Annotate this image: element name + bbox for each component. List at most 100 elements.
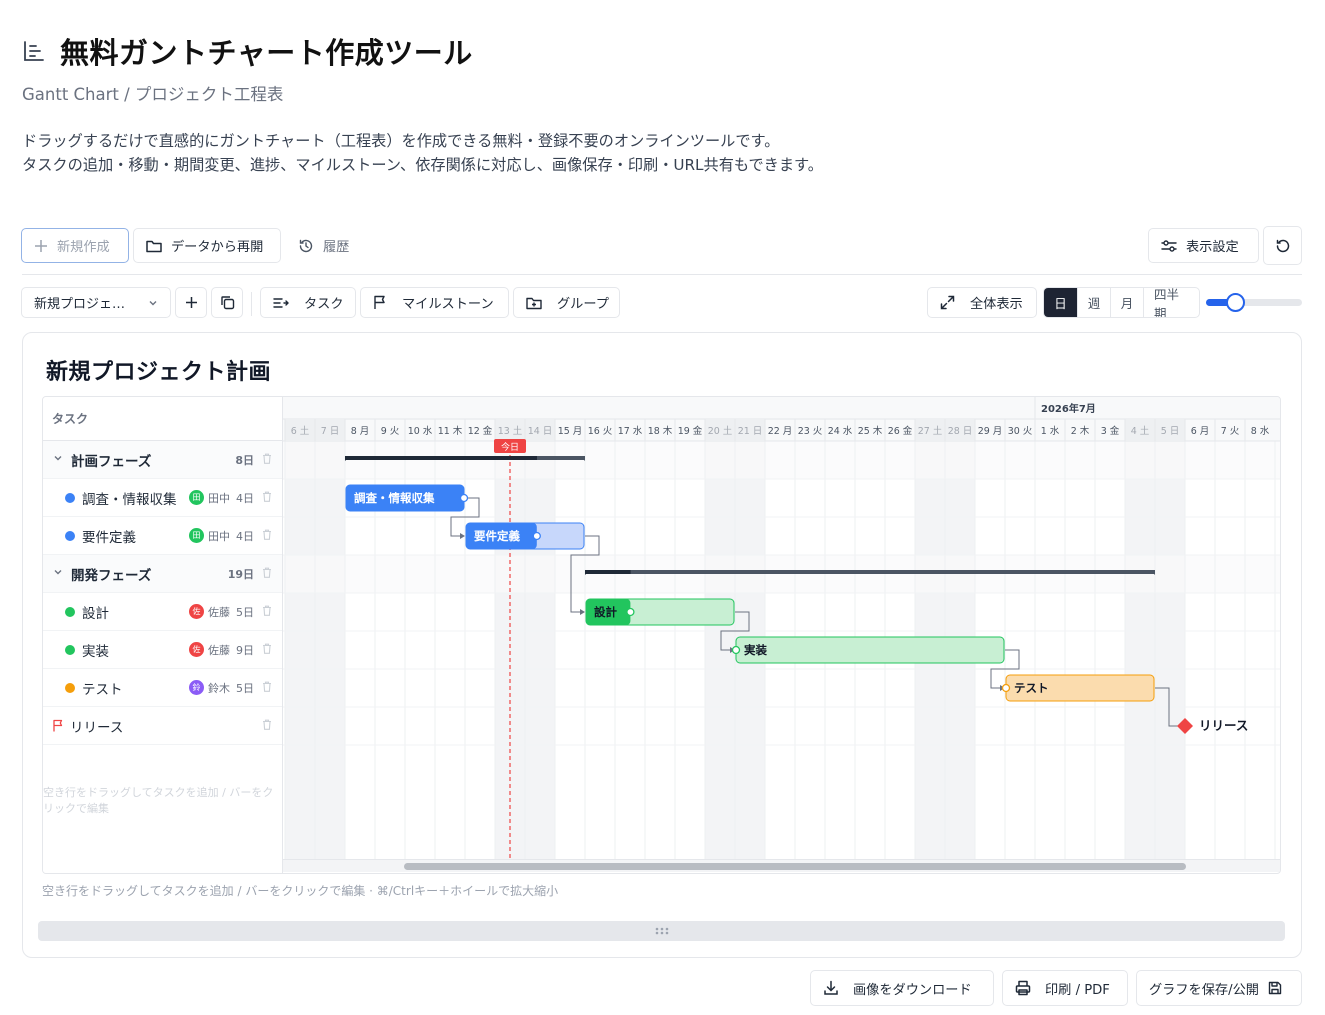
print-pdf-button[interactable]: 印刷 / PDF (1002, 970, 1128, 1006)
task-group-row[interactable]: 開発フェーズ 19日 (43, 555, 282, 593)
task-bar-label: テスト (1014, 681, 1049, 695)
gantt-logo-icon (22, 39, 46, 63)
fit-all-button[interactable]: 全体表示 (927, 287, 1037, 318)
day-label: 4 土 (1131, 425, 1150, 437)
task-bar[interactable] (735, 636, 1005, 664)
trash-icon[interactable] (260, 529, 274, 543)
scrollbar-thumb[interactable] (404, 863, 1186, 870)
chevron-down-icon[interactable] (53, 567, 65, 580)
day-label: 12 金 (468, 425, 493, 437)
scale-month-button[interactable]: 月 (1110, 288, 1143, 317)
task-duration: 9日 (236, 643, 254, 657)
progress-handle[interactable] (626, 607, 635, 617)
scale-quarter-button[interactable]: 四半期 (1143, 288, 1199, 317)
trash-icon[interactable] (260, 491, 274, 505)
task-list: タスク 計画フェーズ 8日 調査・情報収集田田中 4日 要件定義田田中 4日 開発フェーズ 1… (43, 397, 283, 873)
day-label: 21 日 (738, 426, 763, 437)
reset-button[interactable] (1263, 226, 1302, 265)
chevron-down-icon[interactable] (53, 453, 65, 466)
display-settings-button[interactable]: 表示設定 (1148, 228, 1259, 263)
day-label: 17 水 (618, 425, 643, 437)
toolbar-divider (22, 274, 1302, 275)
task-group-row[interactable]: 計画フェーズ 8日 (43, 441, 282, 479)
day-label: 7 火 (1221, 426, 1240, 437)
add-task-label: タスク (304, 297, 344, 312)
trash-icon[interactable] (260, 605, 274, 619)
task-row[interactable]: 設計佐佐藤 5日 (43, 593, 282, 631)
duplicate-project-button[interactable] (211, 287, 243, 318)
history-label: 履歴 (323, 240, 350, 255)
progress-handle[interactable] (532, 531, 541, 541)
milestone-row[interactable]: リリース (43, 707, 282, 745)
group-summary-bar[interactable] (585, 570, 1155, 574)
add-project-button[interactable] (175, 287, 207, 318)
task-row[interactable]: 要件定義田田中 4日 (43, 517, 282, 555)
task-name[interactable]: 設計 (82, 602, 189, 622)
task-name[interactable]: 計画フェーズ (71, 450, 235, 470)
add-milestone-button[interactable]: マイルストーン (360, 287, 509, 318)
chevron-down-icon (148, 298, 158, 308)
flag-icon (52, 719, 64, 732)
project-select-value: 新規プロジェ… (34, 297, 126, 312)
task-row[interactable]: 調査・情報収集田田中 4日 (43, 479, 282, 517)
zoom-slider-handle[interactable] (1226, 293, 1245, 312)
print-label: 印刷 / PDF (1045, 982, 1110, 998)
scale-switcher: 日 週 月 四半期 (1043, 287, 1200, 318)
trash-icon[interactable] (260, 643, 274, 657)
task-name[interactable]: 開発フェーズ (71, 564, 228, 584)
task-name[interactable]: リリース (70, 716, 260, 736)
zoom-slider[interactable] (1206, 293, 1302, 312)
task-name[interactable]: 調査・情報収集 (82, 488, 189, 508)
empty-row-hint[interactable]: 空き行をドラッグしてタスクを追加 / バーをクリックで編集 (43, 785, 283, 817)
task-row[interactable]: 実装佐佐藤 9日 (43, 631, 282, 669)
day-label: 20 土 (708, 425, 733, 437)
trash-icon[interactable] (260, 567, 274, 581)
resume-from-data-button[interactable]: データから再開 (133, 228, 281, 263)
save-publish-button[interactable]: グラフを保存/公開 (1136, 970, 1302, 1006)
assignee-name: 佐藤 (208, 605, 230, 619)
scale-day-button[interactable]: 日 (1044, 288, 1077, 317)
task-color-dot (65, 492, 75, 503)
trash-icon[interactable] (260, 719, 274, 733)
expand-icon (940, 295, 955, 310)
task-color-dot (65, 644, 75, 655)
weekend-column (1125, 419, 1155, 859)
task-name[interactable]: テスト (82, 678, 189, 698)
resize-handle[interactable] (38, 921, 1285, 941)
add-task-button[interactable]: タスク (260, 287, 356, 318)
avatar: 田 (189, 528, 204, 543)
refresh-icon (1275, 238, 1291, 254)
add-milestone-label: マイルストーン (402, 297, 494, 312)
timeline-svg[interactable]: 2026年7月 6 土 7 日 8 月 9 火 10 水 11 木 12 金 13 土 14 日 1… (283, 397, 1281, 859)
dependency-handle[interactable] (1001, 683, 1011, 693)
new-project-button[interactable]: 新規作成 (21, 228, 129, 263)
progress-handle[interactable] (459, 493, 469, 503)
page-title: 無料ガントチャート作成ツール (60, 36, 473, 70)
trash-icon[interactable] (260, 453, 274, 467)
task-color-dot (65, 530, 75, 541)
assignee-name: 鈴木 (208, 681, 230, 695)
project-title[interactable]: 新規プロジェクト計画 (46, 354, 271, 386)
project-select[interactable]: 新規プロジェ… (21, 287, 171, 318)
toolbar-separator (251, 292, 252, 316)
task-bar-label: 要件定義 (474, 529, 520, 543)
dependency-handle[interactable] (731, 645, 741, 655)
trash-icon[interactable] (260, 681, 274, 695)
task-name[interactable]: 要件定義 (82, 526, 189, 546)
task-duration: 19日 (227, 567, 254, 581)
horizontal-scrollbar[interactable] (283, 859, 1280, 872)
day-label: 1 水 (1041, 425, 1060, 437)
timeline[interactable]: 2026年7月 6 土 7 日 8 月 9 火 10 水 11 木 12 金 13 土 14 日 1… (283, 397, 1281, 873)
scale-week-button[interactable]: 週 (1077, 288, 1110, 317)
day-label: 5 日 (1161, 426, 1180, 437)
save-icon (1268, 981, 1282, 995)
save-label: グラフを保存/公開 (1149, 982, 1259, 998)
download-image-button[interactable]: 画像をダウンロード (810, 970, 994, 1006)
task-row[interactable]: テスト鈴鈴木 5日 (43, 669, 282, 707)
page-subtitle: Gantt Chart / プロジェクト工程表 (22, 85, 284, 104)
group-progress-bar (345, 456, 537, 460)
task-bar-label: 設計 (594, 605, 617, 619)
task-name[interactable]: 実装 (82, 640, 189, 660)
history-button[interactable]: 履歴 (285, 228, 365, 263)
add-group-button[interactable]: グループ (513, 287, 620, 318)
